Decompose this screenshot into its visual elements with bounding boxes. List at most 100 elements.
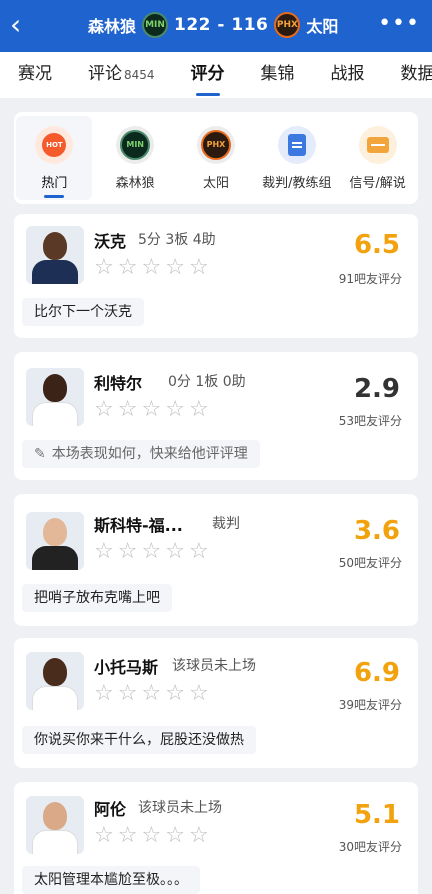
- player-avatar: [26, 512, 84, 570]
- broadcast-signal-icon: [358, 125, 397, 164]
- player-rating-card[interactable]: 斯科特-福... 裁判 ☆ ☆ ☆ ☆ ☆ 3.6 50吧友评分 把哨子放布克嘴上吧: [14, 494, 418, 626]
- rate-prompt-text: 本场表现如何，快来给他评评理: [51, 446, 248, 462]
- star-icon[interactable]: ☆: [165, 540, 185, 564]
- star-icon[interactable]: ☆: [118, 824, 138, 848]
- player-rating-card[interactable]: 小托马斯 该球员未上场 ☆ ☆ ☆ ☆ ☆ 6.9 39吧友评分 你说买你来干什么，屁股…: [14, 638, 418, 768]
- star-icon[interactable]: ☆: [94, 824, 114, 848]
- star-icon[interactable]: ☆: [165, 256, 185, 280]
- home-team-name: 森林狼: [88, 17, 137, 36]
- star-icon[interactable]: ☆: [165, 824, 185, 848]
- average-rating: 6.5: [353, 230, 400, 260]
- tab-report[interactable]: 战报: [331, 52, 365, 98]
- star-icon[interactable]: ☆: [94, 398, 114, 422]
- rating-count: 30吧友评分: [338, 840, 402, 854]
- player-name: 阿伦: [94, 800, 127, 819]
- home-team-logo: MIN: [142, 12, 169, 38]
- player-name: 沃克: [94, 232, 127, 251]
- rating-count: 39吧友评分: [338, 698, 402, 712]
- average-rating: 6.9: [353, 658, 400, 688]
- star-icon[interactable]: ☆: [141, 256, 161, 280]
- section-tabs: 赛况 评论 8454 评分 集锦 战报 数据: [0, 52, 432, 98]
- suns-logo-icon: PHX: [196, 125, 235, 164]
- player-rating-card[interactable]: 阿伦 该球员未上场 ☆ ☆ ☆ ☆ ☆ 5.1 30吧友评分 太阳管理本尴尬至极。。。: [14, 782, 418, 894]
- star-icon[interactable]: ☆: [165, 398, 185, 422]
- player-rating-card[interactable]: 沃克 5分 3板 4助 ☆ ☆ ☆ ☆ ☆ 6.5 91吧友评分 比尔下一个沃克: [14, 214, 418, 338]
- star-icon[interactable]: ☆: [189, 682, 209, 706]
- timberwolves-logo-icon: MIN: [116, 125, 155, 164]
- game-score: 122 - 116: [174, 15, 269, 35]
- player-avatar: [26, 652, 84, 710]
- top-comment[interactable]: 比尔下一个沃克: [22, 298, 144, 326]
- category-referees-coaches[interactable]: 裁判/教练组: [259, 116, 335, 200]
- star-icon[interactable]: ☆: [141, 682, 161, 706]
- star-icon[interactable]: ☆: [141, 398, 161, 422]
- star-icon[interactable]: ☆: [189, 824, 209, 848]
- hot-icon: HOT: [35, 125, 74, 164]
- clipboard-icon: [277, 125, 316, 164]
- player-stat-line: 该球员未上场: [138, 800, 222, 816]
- star-rating-input[interactable]: ☆ ☆ ☆ ☆ ☆: [94, 398, 209, 422]
- player-role: 裁判: [212, 516, 240, 532]
- star-icon[interactable]: ☆: [118, 256, 138, 280]
- star-icon[interactable]: ☆: [141, 824, 161, 848]
- player-name: 利特尔: [94, 374, 143, 393]
- rate-prompt-button[interactable]: ✎ 本场表现如何，快来给他评评理: [22, 440, 260, 468]
- more-dots-icon[interactable]: •••: [378, 12, 420, 36]
- rating-category-filter: HOT 热门 MIN 森林狼 PHX 太阳 裁判/教练组 信号/解说: [14, 112, 418, 204]
- category-label: 太阳: [202, 175, 229, 191]
- tab-game-status[interactable]: 赛况: [18, 52, 52, 98]
- category-suns[interactable]: PHX 太阳: [178, 116, 254, 200]
- player-avatar: [26, 226, 84, 284]
- scoreline: 森林狼 MIN 122 - 116 PHX 太阳: [88, 10, 338, 40]
- category-label: 热门: [41, 175, 68, 191]
- top-comment[interactable]: 你说买你来干什么，屁股还没做热: [22, 726, 256, 754]
- star-icon[interactable]: ☆: [165, 682, 185, 706]
- tab-stats[interactable]: 数据: [401, 52, 432, 98]
- average-rating: 2.9: [353, 374, 400, 404]
- star-rating-input[interactable]: ☆ ☆ ☆ ☆ ☆: [94, 256, 209, 280]
- away-team-name: 太阳: [306, 17, 339, 36]
- tab-highlights[interactable]: 集锦: [261, 52, 295, 98]
- rating-count: 53吧友评分: [338, 414, 402, 428]
- category-label: 信号/解说: [349, 175, 406, 191]
- star-rating-input[interactable]: ☆ ☆ ☆ ☆ ☆: [94, 824, 209, 848]
- top-comment[interactable]: 太阳管理本尴尬至极。。。: [22, 866, 200, 894]
- star-icon[interactable]: ☆: [141, 540, 161, 564]
- comment-count: 8454: [124, 68, 155, 82]
- star-icon[interactable]: ☆: [189, 540, 209, 564]
- star-icon[interactable]: ☆: [94, 540, 114, 564]
- top-comment[interactable]: 把哨子放布克嘴上吧: [22, 584, 172, 612]
- star-icon[interactable]: ☆: [118, 540, 138, 564]
- star-icon[interactable]: ☆: [94, 682, 114, 706]
- category-broadcast[interactable]: 信号/解说: [340, 116, 416, 200]
- back-chevron-icon[interactable]: ‹: [10, 9, 38, 41]
- category-timberwolves[interactable]: MIN 森林狼: [97, 116, 173, 200]
- player-rating-card[interactable]: 利特尔 0分 1板 0助 ☆ ☆ ☆ ☆ ☆ 2.9 53吧友评分 ✎ 本场表现如何，快来…: [14, 352, 418, 480]
- average-rating: 3.6: [353, 516, 400, 546]
- player-name: 斯科特-福...: [94, 516, 183, 535]
- category-label: 森林狼: [115, 175, 155, 191]
- player-stat-line: 0分 1板 0助: [168, 374, 246, 390]
- player-name: 小托马斯: [94, 658, 159, 677]
- game-header: ‹ 森林狼 MIN 122 - 116 PHX 太阳 •••: [0, 0, 432, 52]
- player-stat-line: 5分 3板 4助: [138, 232, 216, 248]
- star-icon[interactable]: ☆: [118, 398, 138, 422]
- player-avatar: [26, 796, 84, 854]
- tab-ratings[interactable]: 评分: [191, 52, 225, 98]
- star-icon[interactable]: ☆: [118, 682, 138, 706]
- star-icon[interactable]: ☆: [94, 256, 114, 280]
- tab-comments[interactable]: 评论 8454: [88, 52, 155, 98]
- away-team-logo: PHX: [274, 12, 301, 38]
- average-rating: 5.1: [353, 800, 400, 830]
- star-rating-input[interactable]: ☆ ☆ ☆ ☆ ☆: [94, 540, 209, 564]
- active-indicator: [44, 195, 65, 198]
- pencil-icon: ✎: [34, 446, 46, 462]
- rating-count: 50吧友评分: [338, 556, 402, 570]
- star-rating-input[interactable]: ☆ ☆ ☆ ☆ ☆: [94, 682, 209, 706]
- star-icon[interactable]: ☆: [189, 398, 209, 422]
- category-label: 裁判/教练组: [262, 175, 332, 191]
- player-stat-line: 该球员未上场: [172, 658, 256, 674]
- category-hot[interactable]: HOT 热门: [16, 116, 93, 200]
- rating-count: 91吧友评分: [338, 272, 402, 286]
- star-icon[interactable]: ☆: [189, 256, 209, 280]
